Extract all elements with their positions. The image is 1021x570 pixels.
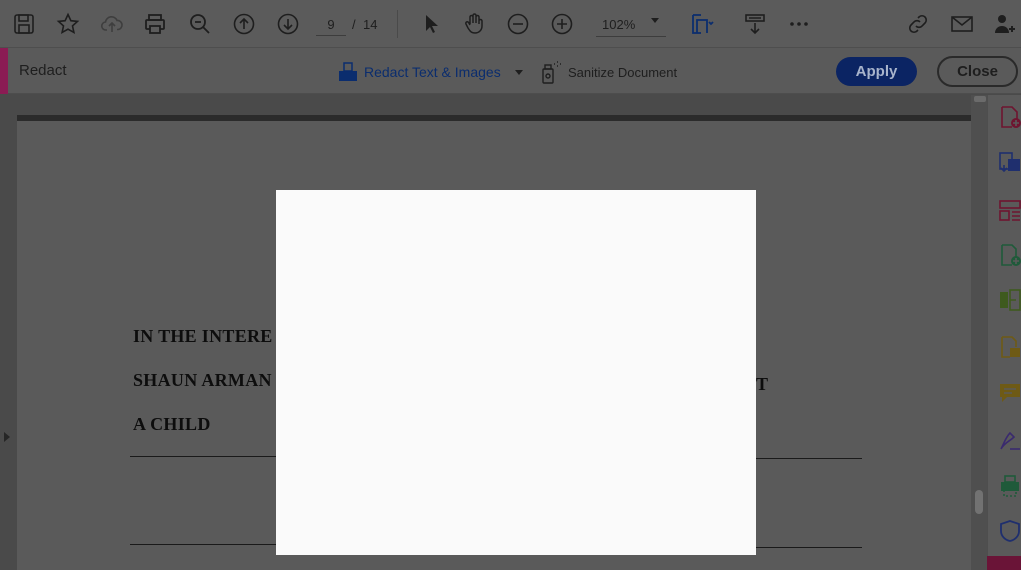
protect-icon[interactable] — [998, 519, 1021, 543]
sanitize-document-button[interactable]: Sanitize Document — [540, 60, 677, 84]
export-pdf-icon[interactable] — [998, 151, 1021, 175]
document-rule — [130, 456, 276, 457]
scrollbar-top-cap[interactable] — [974, 96, 986, 102]
document-rule — [756, 547, 862, 548]
hand-icon[interactable] — [460, 10, 488, 38]
page-separator: / — [352, 17, 356, 32]
page-down-icon[interactable] — [274, 10, 302, 38]
organize-pages-icon[interactable] — [998, 198, 1021, 222]
scrollbar-thumb[interactable] — [975, 490, 983, 514]
redact-toolbar: Redact Redact Text & Images Sanitize Doc… — [0, 48, 1021, 94]
redact-text-images-label: Redact Text & Images — [364, 64, 501, 80]
apply-button[interactable]: Apply — [836, 57, 917, 86]
add-user-icon[interactable] — [991, 10, 1019, 38]
left-panel-toggle-icon[interactable] — [4, 432, 10, 442]
page-total: 14 — [363, 17, 378, 32]
chevron-down-icon[interactable] — [651, 18, 659, 23]
comment-icon[interactable] — [998, 381, 1021, 405]
document-text-line: IN THE INTERE — [133, 326, 273, 346]
save-icon[interactable] — [10, 10, 38, 38]
modal-dialog[interactable] — [276, 190, 756, 555]
chevron-down-icon[interactable] — [514, 69, 523, 75]
combine-files-icon[interactable] — [998, 288, 1021, 312]
zoom-search-icon[interactable] — [186, 10, 214, 38]
document-rule — [756, 458, 862, 459]
close-button[interactable]: Close — [937, 56, 1018, 87]
page-fit-icon[interactable] — [688, 10, 716, 38]
page-up-icon[interactable] — [230, 10, 258, 38]
page-number-input[interactable]: 9 — [316, 14, 346, 36]
document-text-line: SHAUN ARMAN — [133, 370, 272, 390]
main-toolbar: 9 / 14 102% — [0, 0, 1021, 48]
compress-pdf-icon[interactable] — [998, 335, 1021, 359]
share-link-icon[interactable] — [904, 10, 932, 38]
print-icon[interactable] — [141, 10, 169, 38]
document-rule — [130, 544, 276, 545]
right-tools-panel — [987, 95, 1021, 570]
more-icon[interactable] — [785, 10, 813, 38]
star-icon[interactable] — [54, 10, 82, 38]
zoom-out-icon[interactable] — [504, 10, 532, 38]
document-text-line: A CHILD — [133, 414, 211, 434]
redact-title: Redact — [19, 62, 67, 79]
print-production-icon[interactable] — [998, 474, 1021, 498]
redact-accent-bar — [0, 48, 8, 94]
email-icon[interactable] — [948, 10, 976, 38]
zoom-level-select[interactable]: 102% — [596, 13, 666, 37]
upload-cloud-icon[interactable] — [98, 10, 126, 38]
redact-text-images-button[interactable]: Redact Text & Images — [338, 60, 523, 84]
redact-marker-icon — [339, 62, 357, 81]
zoom-in-icon[interactable] — [548, 10, 576, 38]
edit-pdf-icon[interactable] — [998, 243, 1021, 267]
sanitize-document-label: Sanitize Document — [568, 64, 678, 80]
fill-sign-icon[interactable] — [998, 428, 1021, 452]
scroll-mode-icon[interactable] — [741, 10, 769, 38]
document-text-fragment: T — [756, 374, 769, 394]
create-pdf-icon[interactable] — [998, 105, 1021, 129]
select-cursor-icon[interactable] — [417, 10, 445, 38]
right-panel-active-tool[interactable] — [987, 556, 1021, 570]
toolbar-divider — [397, 10, 398, 38]
sanitize-spray-icon — [542, 61, 561, 84]
